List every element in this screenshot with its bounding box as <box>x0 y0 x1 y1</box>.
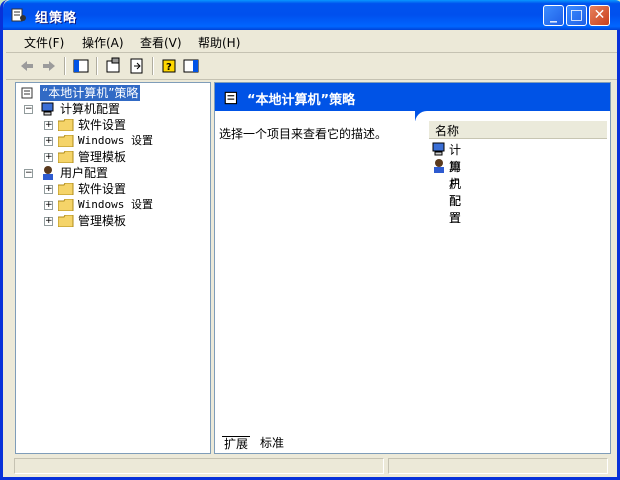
tree-item-label: 管理模板 <box>78 150 127 164</box>
svg-text:?: ? <box>166 62 172 73</box>
menu-file[interactable]: 文件(F) <box>24 34 64 51</box>
tree-item-label: 软件设置 <box>78 118 127 132</box>
expand-icon[interactable]: + <box>44 217 53 226</box>
folder-icon <box>58 183 74 195</box>
toolbar-separator <box>152 57 154 75</box>
user-icon <box>434 159 444 173</box>
policy-scroll-icon <box>21 87 33 99</box>
expand-icon[interactable]: + <box>44 137 53 146</box>
menu-bar: 文件(F) 操作(A) 查看(V) 帮助(H) <box>6 30 617 53</box>
folder-icon <box>58 135 74 147</box>
tree-item-label: Windows 设置 <box>78 134 153 147</box>
status-bar <box>6 456 617 476</box>
toolbar: ? <box>6 53 617 80</box>
app-window: 组策略 _ □ ✕ 文件(F) 操作(A) 查看(V) 帮助(H) ? “本地计… <box>0 0 620 480</box>
tree-item-label: 用户配置 <box>60 166 109 180</box>
collapse-icon[interactable]: − <box>24 169 33 178</box>
expand-icon[interactable]: + <box>44 201 53 210</box>
folder-icon <box>58 199 74 211</box>
maximize-icon: □ <box>569 7 584 23</box>
folder-icon <box>58 151 74 163</box>
collapse-icon[interactable]: − <box>24 105 33 114</box>
expand-icon[interactable]: + <box>44 185 53 194</box>
group-policy-icon <box>11 8 26 22</box>
status-cell-main <box>14 458 384 474</box>
list-item-label: 用户配置 <box>449 160 462 225</box>
minimize-button[interactable]: _ <box>543 5 564 26</box>
status-cell-secondary <box>388 458 608 474</box>
properties-icon[interactable] <box>104 57 122 75</box>
tab-standard[interactable]: 标准 <box>258 436 286 451</box>
menu-view[interactable]: 查看(V) <box>140 34 182 51</box>
computer-icon <box>41 102 54 116</box>
tab-extended[interactable]: 扩展 <box>222 436 251 452</box>
user-icon <box>43 166 53 180</box>
back-arrow-icon[interactable] <box>18 57 36 75</box>
folder-icon <box>58 215 74 227</box>
list-column-header[interactable]: 名称 <box>429 121 607 139</box>
tree-item-label: 软件设置 <box>78 182 127 196</box>
close-button[interactable]: ✕ <box>589 5 610 26</box>
description-text: 选择一个项目来查看它的描述。 <box>219 127 388 141</box>
policy-scroll-icon <box>224 91 238 105</box>
title-bar[interactable]: 组策略 _ □ ✕ <box>3 0 620 30</box>
close-icon: ✕ <box>593 7 606 23</box>
details-pane[interactable]: “本地计算机”策略 选择一个项目来查看它的描述。 名称 计算机配置 用户配置 <box>214 82 611 454</box>
forward-arrow-icon[interactable] <box>40 57 58 75</box>
computer-icon <box>432 142 445 156</box>
export-list-icon[interactable] <box>128 57 146 75</box>
toolbar-separator <box>64 57 66 75</box>
window-title: 组策略 <box>35 11 78 26</box>
tree-pane[interactable]: “本地计算机”策略 − 计算机配置 + 软件设置 + Windows 设置 + … <box>15 82 211 454</box>
folder-icon <box>58 119 74 131</box>
toolbar-separator <box>96 57 98 75</box>
expand-icon[interactable]: + <box>44 153 53 162</box>
minimize-icon: _ <box>550 7 557 23</box>
view-tabs: 扩展 标准 <box>214 436 609 452</box>
tree-root-label: “本地计算机”策略 <box>40 85 141 101</box>
show-hide-tree-icon[interactable] <box>72 57 90 75</box>
tree-item-label: Windows 设置 <box>78 198 153 211</box>
column-name-label: 名称 <box>435 124 460 138</box>
help-icon[interactable]: ? <box>160 57 178 75</box>
menu-action[interactable]: 操作(A) <box>82 34 124 51</box>
tree-item-label: 管理模板 <box>78 214 127 228</box>
details-header: “本地计算机”策略 <box>215 83 610 111</box>
details-header-title: “本地计算机”策略 <box>247 93 356 108</box>
expand-icon[interactable]: + <box>44 121 53 130</box>
maximize-button[interactable]: □ <box>566 5 587 26</box>
menu-help[interactable]: 帮助(H) <box>198 34 240 51</box>
tree-item-label: 计算机配置 <box>60 102 121 116</box>
show-hide-action-pane-icon[interactable] <box>182 57 200 75</box>
